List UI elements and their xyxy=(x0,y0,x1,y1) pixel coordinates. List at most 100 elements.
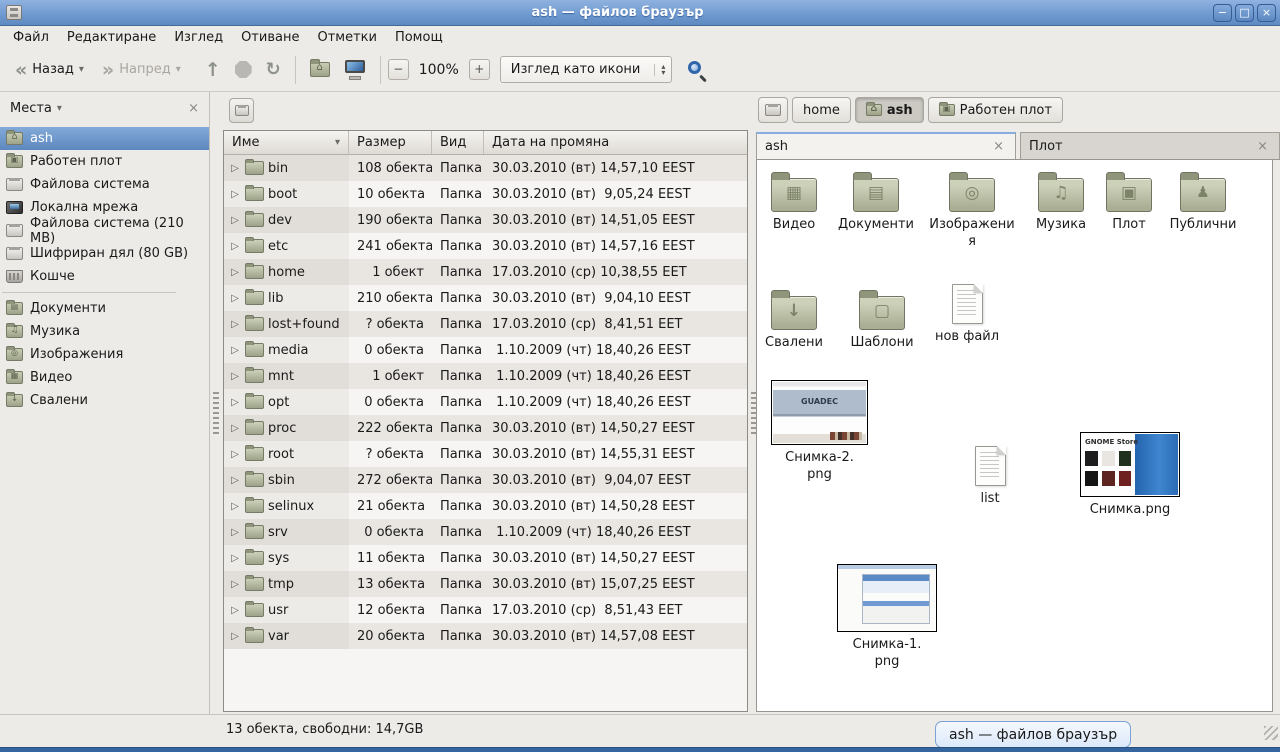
reload-button[interactable]: ↻ xyxy=(259,57,288,83)
minimize-button[interactable]: − xyxy=(1213,4,1232,22)
sidebar-item[interactable]: Документи xyxy=(0,297,209,320)
icon-view-item[interactable]: Изображения xyxy=(929,170,1015,250)
expander-icon[interactable]: ▷ xyxy=(229,397,241,408)
menu-item[interactable]: Отиване xyxy=(232,28,308,47)
sidebar-item[interactable]: Шифриран дял (80 GB) xyxy=(0,242,209,265)
path-root-button[interactable] xyxy=(758,97,788,123)
expander-icon[interactable]: ▷ xyxy=(229,579,241,590)
menu-item[interactable]: Редактиране xyxy=(58,28,165,47)
forward-history-dropdown-icon[interactable]: ▾ xyxy=(176,64,181,75)
expander-icon[interactable]: ▷ xyxy=(229,345,241,356)
sidebar-item[interactable] xyxy=(0,288,209,297)
tree-row[interactable]: ▷ var 20 обекта Папка 30.03.2010 (вт) 14… xyxy=(224,623,747,649)
path-button-ash[interactable]: ash xyxy=(855,97,924,123)
resize-grip[interactable] xyxy=(1264,726,1278,740)
expander-icon[interactable]: ▷ xyxy=(229,163,241,174)
tree-row[interactable]: ▷ opt 0 обекта Папка 1.10.2009 (чт) 18,4… xyxy=(224,389,747,415)
expander-icon[interactable]: ▷ xyxy=(229,501,241,512)
column-header-name[interactable]: Име ▾ xyxy=(224,131,349,154)
tab-ash[interactable]: ash × xyxy=(756,132,1016,159)
titlebar[interactable]: ash — файлов браузър − □ × xyxy=(0,0,1280,26)
tree-row[interactable]: ▷ lib 210 обекта Папка 30.03.2010 (вт) 9… xyxy=(224,285,747,311)
tree-row[interactable]: ▷ root ? обекта Папка 30.03.2010 (вт) 14… xyxy=(224,441,747,467)
column-header-date[interactable]: Дата на промяна xyxy=(484,131,747,154)
tree-row[interactable]: ▷ selinux 21 обекта Папка 30.03.2010 (вт… xyxy=(224,493,747,519)
tree-row[interactable]: ▷ usr 12 обекта Папка 17.03.2010 (ср) 8,… xyxy=(224,597,747,623)
icon-view-item[interactable]: Снимка-2.png xyxy=(770,380,869,483)
icon-view-item[interactable]: list xyxy=(957,446,1023,507)
back-history-dropdown-icon[interactable]: ▾ xyxy=(79,64,84,75)
expander-icon[interactable]: ▷ xyxy=(229,189,241,200)
sidebar-item[interactable]: Видео xyxy=(0,366,209,389)
expander-icon[interactable]: ▷ xyxy=(229,215,241,226)
search-button[interactable] xyxy=(686,59,708,81)
tree-row[interactable]: ▷ tmp 13 обекта Папка 30.03.2010 (вт) 15… xyxy=(224,571,747,597)
tree-row[interactable]: ▷ bin 108 обекта Папка 30.03.2010 (вт) 1… xyxy=(224,155,747,181)
computer-button[interactable] xyxy=(337,56,373,84)
tab-close-icon[interactable]: × xyxy=(1254,139,1271,154)
expander-icon[interactable]: ▷ xyxy=(229,319,241,330)
tab-close-icon[interactable]: × xyxy=(990,139,1007,154)
window-menu-icon[interactable] xyxy=(6,5,22,20)
sidebar-item[interactable]: Работен плот xyxy=(0,150,209,173)
icon-view-item[interactable]: Публични xyxy=(1161,170,1245,233)
expander-icon[interactable]: ▷ xyxy=(229,293,241,304)
expander-icon[interactable]: ▷ xyxy=(229,631,241,642)
icon-view[interactable]: Видео Документи Изображения Музика Плот xyxy=(756,160,1273,712)
sidebar-item[interactable]: ash xyxy=(0,127,209,150)
expander-icon[interactable]: ▷ xyxy=(229,527,241,538)
sidebar-splitter[interactable] xyxy=(211,92,222,714)
icon-view-item[interactable]: Музика xyxy=(1023,170,1099,233)
menu-item[interactable]: Изглед xyxy=(165,28,232,47)
menu-item[interactable]: Отметки xyxy=(308,28,385,47)
tree-row[interactable]: ▷ etc 241 обекта Папка 30.03.2010 (вт) 1… xyxy=(224,233,747,259)
column-header-type[interactable]: Вид xyxy=(432,131,484,154)
icon-view-item[interactable]: Плот xyxy=(1101,170,1157,233)
menu-item[interactable]: Файл xyxy=(4,28,58,47)
icon-view-item[interactable]: нов файл xyxy=(929,284,1005,345)
tree-row[interactable]: ▷ lost+found ? обекта Папка 17.03.2010 (… xyxy=(224,311,747,337)
path-button-desktop[interactable]: Работен плот xyxy=(928,97,1063,123)
tree-row[interactable]: ▷ sys 11 обекта Папка 30.03.2010 (вт) 14… xyxy=(224,545,747,571)
sidebar-item[interactable]: Файлова система xyxy=(0,173,209,196)
splitter-grip[interactable] xyxy=(213,392,219,436)
expander-icon[interactable]: ▷ xyxy=(229,449,241,460)
up-button[interactable]: ↑ xyxy=(198,57,228,83)
tree-row[interactable]: ▷ proc 222 обекта Папка 30.03.2010 (вт) … xyxy=(224,415,747,441)
sidebar-pane-selector[interactable]: Места ▾ xyxy=(10,101,184,116)
expander-icon[interactable]: ▷ xyxy=(229,241,241,252)
tab-plot[interactable]: Плот × xyxy=(1020,132,1280,159)
expander-icon[interactable]: ▷ xyxy=(229,267,241,278)
tree-row[interactable]: ▷ boot 10 обекта Папка 30.03.2010 (вт) 9… xyxy=(224,181,747,207)
expander-icon[interactable]: ▷ xyxy=(229,475,241,486)
tree-row[interactable]: ▷ sbin 272 обекта Папка 30.03.2010 (вт) … xyxy=(224,467,747,493)
stop-button[interactable] xyxy=(228,57,259,82)
sidebar-item[interactable]: Музика xyxy=(0,320,209,343)
sidebar-close-icon[interactable]: × xyxy=(184,101,203,116)
icon-view-item[interactable]: Свалени xyxy=(763,288,825,351)
icon-view-item[interactable]: Снимка-1.png xyxy=(836,564,938,670)
home-button[interactable]: ⌂ xyxy=(303,58,337,81)
forward-button[interactable]: » Напред ▾ xyxy=(95,57,188,83)
sidebar-item[interactable]: Свалени xyxy=(0,389,209,412)
menu-item[interactable]: Помощ xyxy=(386,28,452,47)
expander-icon[interactable]: ▷ xyxy=(229,423,241,434)
expander-icon[interactable]: ▷ xyxy=(229,553,241,564)
icon-view-item[interactable]: Документи xyxy=(831,170,921,233)
tree-row[interactable]: ▷ mnt 1 обект Папка 1.10.2009 (чт) 18,40… xyxy=(224,363,747,389)
expander-icon[interactable]: ▷ xyxy=(229,605,241,616)
close-button[interactable]: × xyxy=(1257,4,1276,22)
tree-row[interactable]: ▷ home 1 обект Папка 17.03.2010 (ср) 10,… xyxy=(224,259,747,285)
view-mode-select[interactable]: Изглед като икони ▴▾ xyxy=(500,56,673,83)
tree-row[interactable]: ▷ dev 190 обекта Папка 30.03.2010 (вт) 1… xyxy=(224,207,747,233)
zoom-out-button[interactable]: − xyxy=(388,59,409,80)
icon-view-item[interactable]: Снимка.png xyxy=(1079,432,1181,518)
back-button[interactable]: « Назад ▾ xyxy=(8,57,91,83)
tree-row[interactable]: ▷ srv 0 обекта Папка 1.10.2009 (чт) 18,4… xyxy=(224,519,747,545)
sidebar-item[interactable]: Изображения xyxy=(0,343,209,366)
expander-icon[interactable]: ▷ xyxy=(229,371,241,382)
maximize-button[interactable]: □ xyxy=(1235,4,1254,22)
tree-root-button[interactable] xyxy=(229,98,254,123)
path-button-home[interactable]: home xyxy=(792,97,851,123)
icon-view-item[interactable]: Видео xyxy=(763,170,825,233)
